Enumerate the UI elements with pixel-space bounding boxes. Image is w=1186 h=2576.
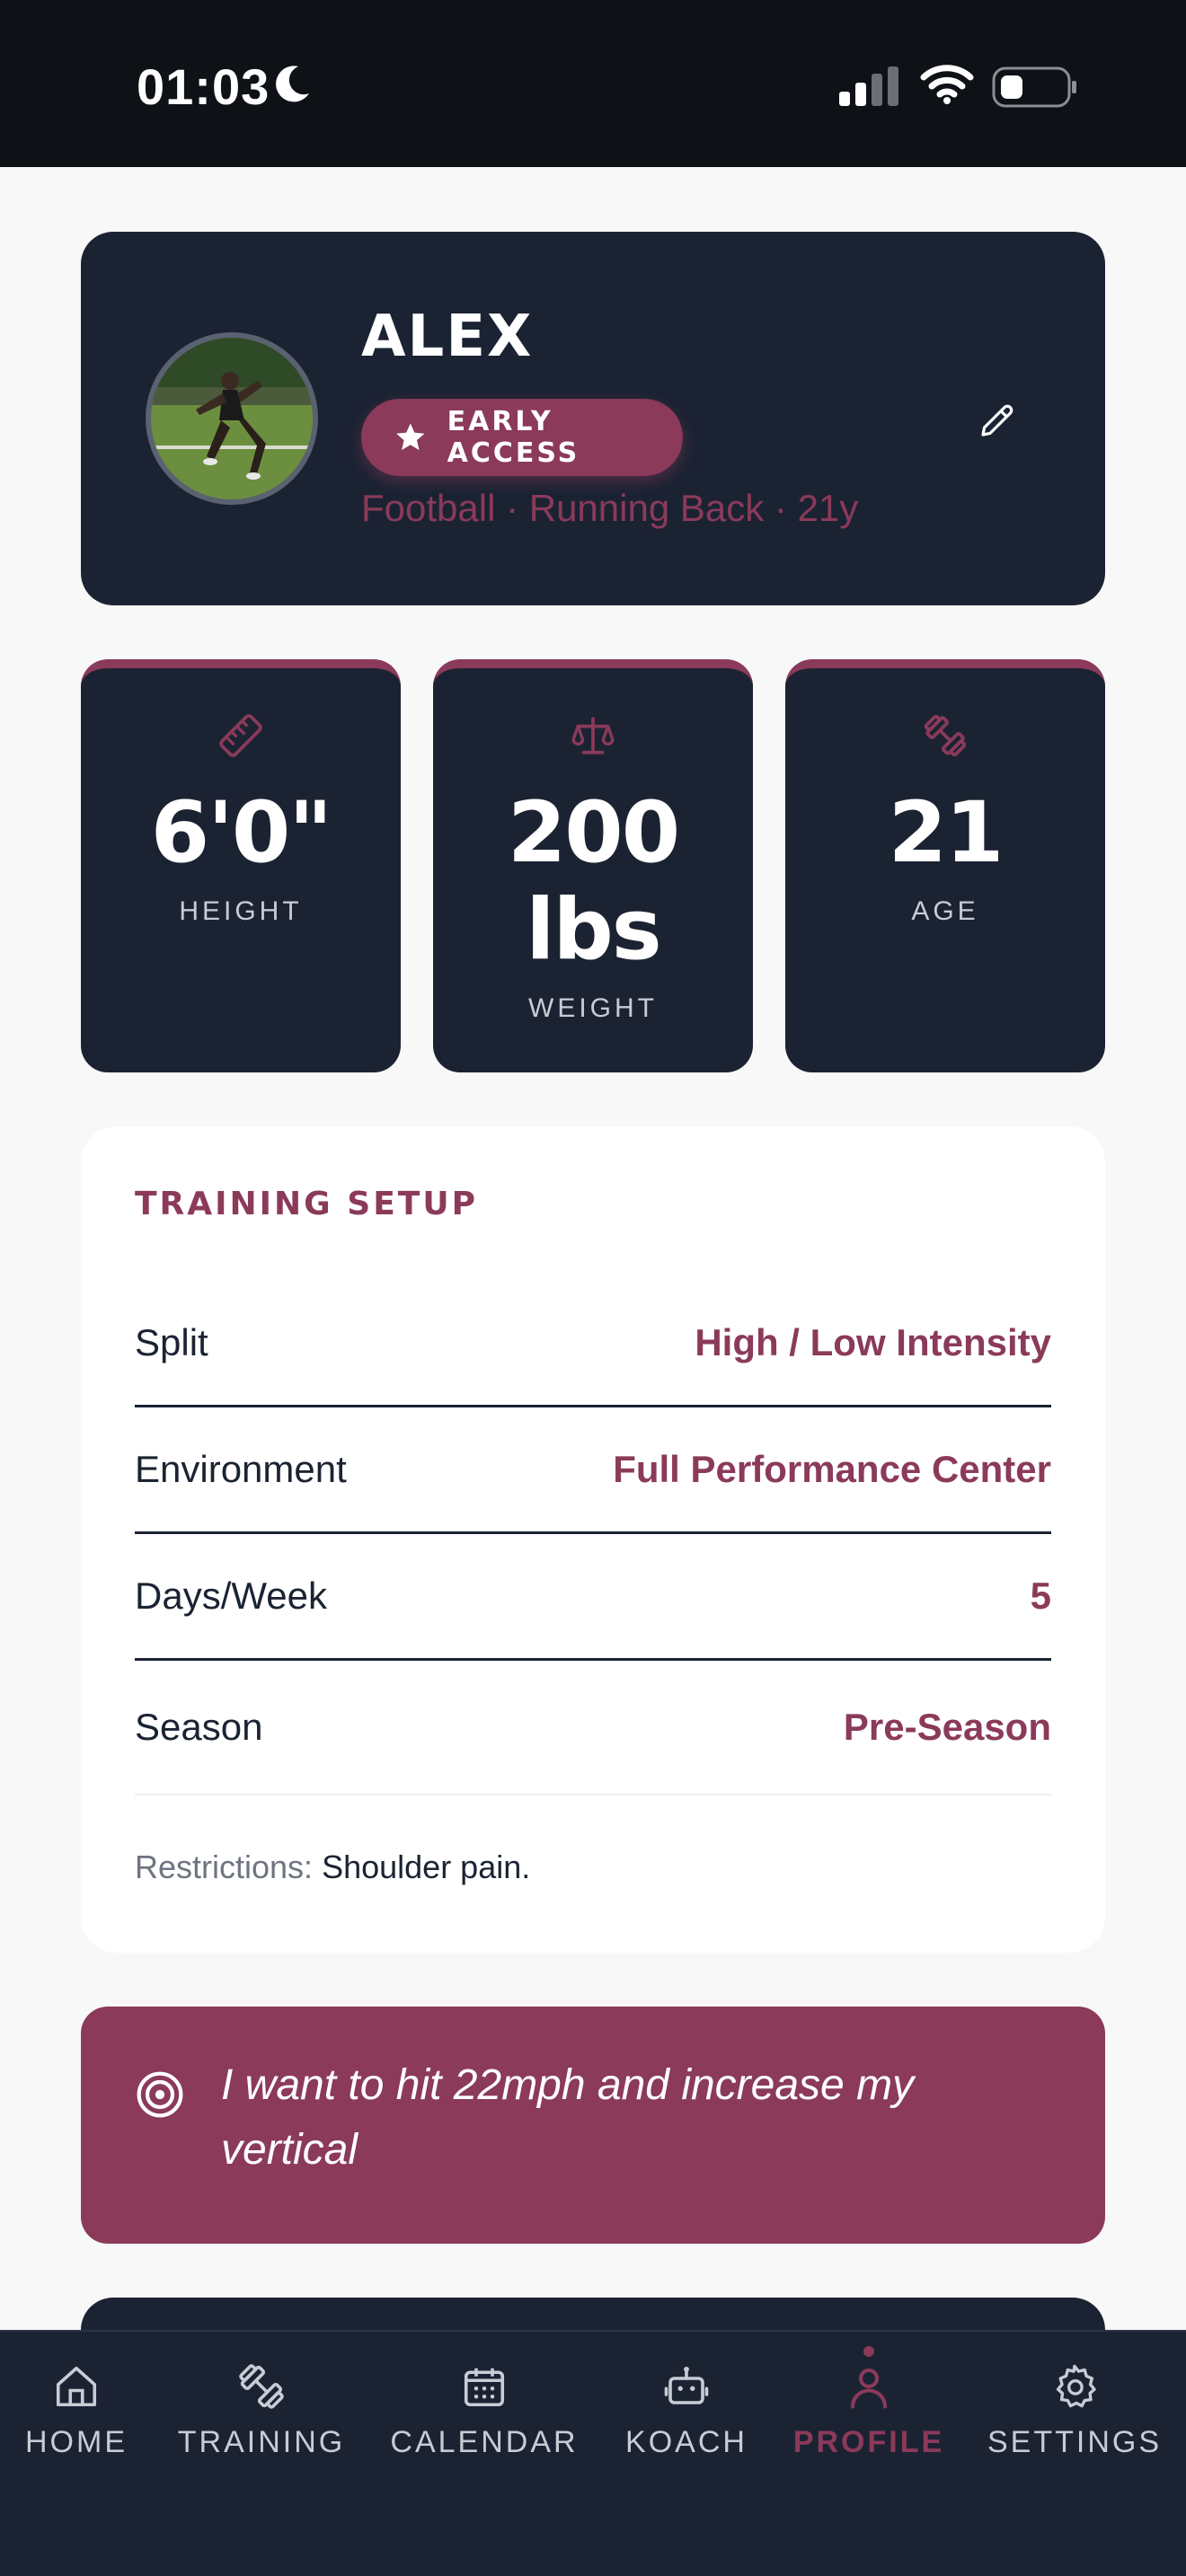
stat-value: 6'0"	[150, 784, 333, 882]
battery-icon	[992, 66, 1076, 108]
dumbbell-icon	[239, 2364, 284, 2409]
calendar-icon	[464, 2368, 505, 2407]
stat-value: 21	[888, 784, 1005, 882]
stat-value-unit: lbs	[526, 881, 661, 979]
row-value: Pre-Season	[843, 1706, 1051, 1748]
ruler-icon	[219, 714, 262, 757]
nav-item-profile[interactable]: PROFILE	[770, 2332, 968, 2511]
bottom-nav: HOME TRAINING CALENDAR KOACH PROFILE SET…	[0, 2330, 1186, 2576]
setup-row-days-week[interactable]: Days/Week 5	[135, 1534, 1051, 1661]
nav-item-calendar[interactable]: CALENDAR	[385, 2332, 583, 2511]
profile-subtitle: Football · Running Back · 21y	[361, 487, 859, 529]
row-label: Split	[135, 1321, 208, 1363]
gear-icon	[1056, 2364, 1096, 2408]
signal-icon	[839, 66, 898, 106]
stat-value-number: 200	[507, 784, 680, 882]
row-value: Full Performance Center	[613, 1448, 1051, 1490]
row-label: Season	[135, 1706, 263, 1748]
moon-icon	[276, 66, 309, 102]
profile-name: ALEX	[361, 304, 534, 370]
nav-label: SETTINGS	[987, 2425, 1163, 2459]
stat-card-weight: 200 lbs WEIGHT	[433, 659, 753, 1072]
target-icon	[137, 2071, 183, 2118]
restrictions-label: Restrictions:	[135, 1848, 314, 1885]
goal-text: I want to hit 22mph and increase my vert…	[221, 2061, 915, 2174]
profile-card: ALEX EARLY ACCESS Football · Running Bac…	[81, 232, 1105, 605]
nav-item-koach[interactable]: KOACH	[588, 2332, 785, 2511]
stat-label: WEIGHT	[528, 993, 658, 1023]
stat-value: 200 lbs	[433, 785, 753, 979]
section-title: TRAINING SETUP	[135, 1186, 478, 1222]
active-indicator	[863, 2346, 874, 2357]
nav-item-home[interactable]: HOME	[0, 2332, 175, 2511]
row-label: Environment	[135, 1448, 347, 1490]
nav-item-training[interactable]: TRAINING	[163, 2332, 360, 2511]
goal-card: I want to hit 22mph and increase my vert…	[81, 2007, 1105, 2244]
wifi-icon	[920, 65, 974, 104]
home-icon	[56, 2366, 97, 2407]
robot-icon	[664, 2366, 709, 2404]
avatar-photo	[151, 338, 313, 499]
row-label: Days/Week	[135, 1575, 327, 1617]
setup-row-season[interactable]: Season Pre-Season	[135, 1661, 1051, 1795]
nav-item-settings[interactable]: SETTINGS	[976, 2332, 1173, 2511]
row-value: 5	[1030, 1575, 1051, 1617]
avatar[interactable]	[146, 332, 318, 505]
person-icon	[850, 2368, 888, 2409]
star-icon	[396, 423, 425, 451]
restrictions-value: Shoulder pain.	[322, 1848, 531, 1885]
status-bar: 01:03	[0, 0, 1186, 167]
status-time: 01:03	[137, 58, 270, 115]
restrictions: Restrictions: Shoulder pain.	[135, 1848, 530, 1886]
early-access-badge: EARLY ACCESS	[361, 399, 683, 476]
row-value: High / Low Intensity	[695, 1321, 1051, 1363]
nav-label: CALENDAR	[390, 2425, 579, 2459]
training-setup-card: TRAINING SETUP Split High / Low Intensit…	[81, 1126, 1105, 1953]
nav-label: TRAINING	[177, 2425, 346, 2459]
stat-card-age: 21 AGE	[785, 659, 1105, 1072]
badge-label: EARLY ACCESS	[447, 406, 580, 469]
setup-row-environment[interactable]: Environment Full Performance Center	[135, 1407, 1051, 1534]
stat-card-height: 6'0" HEIGHT	[81, 659, 401, 1072]
stat-label: AGE	[911, 896, 979, 926]
scale-icon	[571, 717, 615, 754]
nav-label: PROFILE	[792, 2425, 945, 2459]
setup-row-split[interactable]: Split High / Low Intensity	[135, 1281, 1051, 1407]
edit-icon[interactable]	[976, 399, 1019, 442]
stat-label: HEIGHT	[179, 896, 303, 926]
dumbbell-icon	[924, 714, 967, 757]
